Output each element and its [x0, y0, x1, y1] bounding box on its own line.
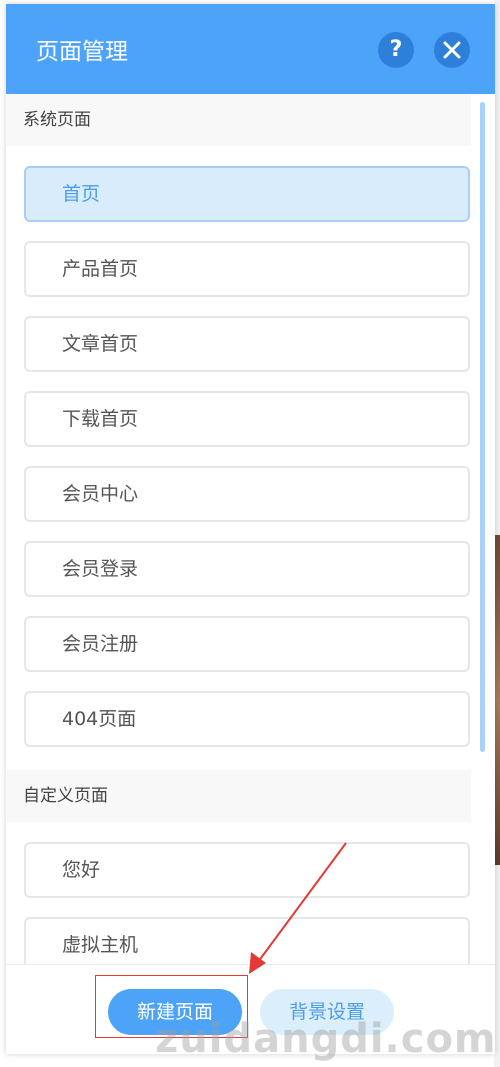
- page-item-custom-hello[interactable]: 您好: [24, 842, 470, 898]
- page-item-home[interactable]: 首页: [24, 166, 470, 222]
- page-item-member-center[interactable]: 会员中心: [24, 466, 470, 522]
- page-item-download-home[interactable]: 下载首页: [24, 391, 470, 447]
- page-management-dialog: 页面管理 ? 系统页面 首页 产品首页 文章首页 下载首页 会员中心 会员登录 …: [6, 4, 495, 1054]
- close-icon: [443, 41, 461, 59]
- help-icon: ?: [389, 37, 403, 62]
- dialog-header: 页面管理 ?: [6, 4, 495, 94]
- page-item-article-home[interactable]: 文章首页: [24, 316, 470, 372]
- page-item-member-login[interactable]: 会员登录: [24, 541, 470, 597]
- page-item-member-register[interactable]: 会员注册: [24, 616, 470, 672]
- page-item-404[interactable]: 404页面: [24, 691, 470, 747]
- scrollbar[interactable]: [480, 102, 485, 752]
- page-list: 系统页面 首页 产品首页 文章首页 下载首页 会员中心 会员登录 会员注册 40…: [6, 94, 495, 964]
- section-title-system: 系统页面: [6, 94, 471, 146]
- section-title-custom: 自定义页面: [6, 770, 471, 822]
- page-item-product-home[interactable]: 产品首页: [24, 241, 470, 297]
- page-item-custom-virtual-host[interactable]: 虚拟主机: [24, 917, 470, 964]
- help-button[interactable]: ?: [378, 32, 414, 68]
- watermark: zuidangdi.com: [155, 1016, 497, 1062]
- close-button[interactable]: [434, 32, 470, 68]
- dialog-title: 页面管理: [36, 39, 128, 65]
